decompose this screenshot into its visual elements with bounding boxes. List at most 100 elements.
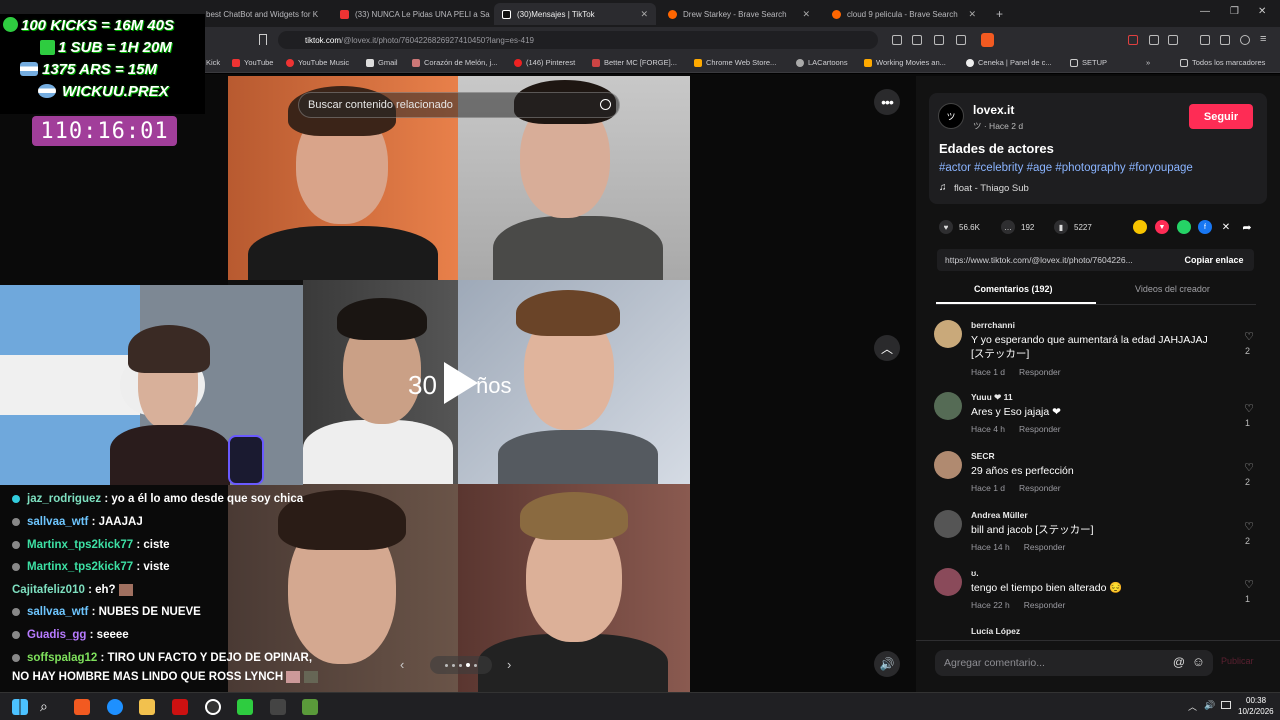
new-tab-button[interactable]: + — [988, 3, 1008, 25]
carousel-dot[interactable] — [474, 663, 477, 667]
bookmark-item[interactable]: Ceneka | Panel de c... — [966, 58, 1052, 67]
comment-avatar[interactable] — [934, 392, 962, 420]
bookmark-icon[interactable] — [259, 34, 267, 45]
volume-icon[interactable]: 🔊 — [874, 651, 900, 677]
tab-comments[interactable]: Comentarios (192) — [974, 284, 1053, 294]
comment-avatar[interactable] — [934, 451, 962, 479]
browser-tab[interactable]: best ChatBot and Widgets for K — [198, 3, 326, 25]
app-icon[interactable] — [270, 699, 286, 715]
more-bookmarks-icon[interactable]: » — [1146, 58, 1150, 67]
avatar[interactable]: ツ — [938, 103, 964, 129]
comment-username[interactable]: Lucía López — [971, 626, 1020, 636]
cast-icon[interactable] — [934, 35, 944, 45]
sidebar-icon[interactable] — [1168, 35, 1178, 45]
translate-icon[interactable] — [912, 35, 922, 45]
chevron-up-icon[interactable]: ︿ — [874, 335, 900, 361]
obs-icon[interactable] — [205, 699, 221, 715]
close-tab-icon[interactable]: ✕ — [802, 9, 810, 20]
extension-icon[interactable] — [892, 35, 902, 45]
emoji-share-icon[interactable] — [1133, 220, 1147, 234]
comment-username[interactable]: SECR — [971, 451, 995, 461]
kick-icon[interactable] — [237, 699, 253, 715]
post-music[interactable]: float - Thiago Sub — [954, 183, 1029, 194]
bookmark-item[interactable]: Chrome Web Store... — [694, 58, 776, 67]
comment-username[interactable]: Yuuu ❤ 11 — [971, 392, 1013, 403]
chevron-left-icon[interactable]: ‹ — [400, 657, 404, 672]
like-comment-icon[interactable]: ♡ — [1244, 520, 1254, 533]
share-icon[interactable] — [956, 35, 966, 45]
app-icon[interactable] — [172, 699, 188, 715]
close-tab-icon[interactable]: ✕ — [968, 9, 976, 20]
wallet-icon[interactable] — [1240, 35, 1250, 45]
browser-tab[interactable]: (33) NUNCA Le Pidas UNA PELI a Sa — [332, 3, 490, 25]
menu-icon[interactable]: ≡ — [1260, 33, 1266, 45]
more-options-icon[interactable]: ••• — [874, 89, 900, 115]
close-tab-icon[interactable]: ✕ — [640, 9, 648, 20]
comment-button[interactable]: … 192 — [1001, 220, 1034, 234]
reply-button[interactable]: Responder — [1019, 483, 1061, 493]
like-comment-icon[interactable]: ♡ — [1244, 330, 1254, 343]
like-comment-icon[interactable]: ♡ — [1244, 578, 1254, 591]
repost-icon[interactable]: ▼ — [1155, 220, 1169, 234]
related-search-input[interactable]: Buscar contenido relacionado — [298, 92, 620, 118]
comment-username[interactable]: ʊ. — [971, 568, 979, 578]
brave-icon[interactable] — [74, 699, 90, 715]
reply-button[interactable]: Responder — [1019, 424, 1061, 434]
bookmark-item[interactable]: YouTube Music — [286, 58, 349, 67]
comment-avatar[interactable] — [934, 510, 962, 538]
start-icon[interactable] — [12, 699, 28, 715]
clock-date[interactable]: 10/2/2026 — [1238, 707, 1274, 716]
bookmark-item[interactable]: LACartoons — [796, 58, 848, 67]
comment-username[interactable]: Andrea Müller — [971, 510, 1028, 520]
browser-tab-active[interactable]: (30)Mensajes | TikTok ✕ — [494, 3, 656, 25]
post-hashtags[interactable]: #actor #celebrity #age #photography #for… — [939, 162, 1193, 174]
browser-tab[interactable]: cloud 9 pelicula - Brave Search ✕ — [824, 3, 984, 25]
play-icon[interactable] — [444, 362, 478, 404]
like-button[interactable]: ♥ 56.6K — [939, 220, 980, 234]
puzzle-icon[interactable] — [1149, 35, 1159, 45]
clock-time[interactable]: 00:38 — [1246, 696, 1266, 705]
mention-icon[interactable]: @ — [1173, 655, 1185, 669]
comment-username[interactable]: berrchanni — [971, 320, 1015, 330]
bookmark-item[interactable]: Working Movies an... — [864, 58, 946, 67]
volume-tray-icon[interactable]: 🔊 — [1204, 700, 1215, 711]
music-icon[interactable] — [1200, 35, 1210, 45]
bookmark-item[interactable]: Corazón de Melón, j... — [412, 58, 497, 67]
minecraft-icon[interactable] — [302, 699, 318, 715]
reply-button[interactable]: Responder — [1024, 542, 1066, 552]
x-icon[interactable]: ✕ — [1219, 220, 1233, 234]
folder-icon[interactable] — [139, 699, 155, 715]
like-comment-icon[interactable]: ♡ — [1244, 402, 1254, 415]
bookmark-item[interactable]: (146) Pinterest — [514, 58, 575, 67]
save-button[interactable]: ▮ 5227 — [1054, 220, 1092, 234]
brave-shields-icon[interactable] — [981, 33, 994, 47]
tray-chevron-icon[interactable]: ︿ — [1188, 700, 1197, 713]
search-icon[interactable]: ⌕ — [40, 698, 48, 715]
carousel-dot-active[interactable] — [466, 663, 470, 667]
reply-button[interactable]: Responder — [1024, 600, 1066, 610]
reply-button[interactable]: Responder — [1019, 367, 1061, 377]
bookmark-item[interactable]: Better MC [FORGE]... — [592, 58, 677, 67]
share-arrow-icon[interactable]: ➦ — [1240, 220, 1254, 234]
url-field[interactable]: tiktok.com/@lovex.it/photo/7604226826927… — [278, 31, 878, 49]
like-comment-icon[interactable]: ♡ — [1244, 461, 1254, 474]
minimize-icon[interactable]: — — [1200, 6, 1210, 17]
tab-creator-videos[interactable]: Videos del creador — [1135, 284, 1210, 294]
carousel-dot[interactable] — [459, 663, 462, 667]
bookmark-folder[interactable]: Todos los marcadores — [1180, 58, 1265, 67]
chevron-right-icon[interactable]: › — [507, 657, 511, 672]
whatsapp-icon[interactable] — [1177, 220, 1191, 234]
edge-icon[interactable] — [107, 699, 123, 715]
follow-button[interactable]: Seguir — [1189, 104, 1253, 129]
bookmark-item[interactable]: YouTube — [232, 58, 273, 67]
close-window-icon[interactable]: ✕ — [1258, 6, 1266, 17]
carousel-dot[interactable] — [452, 663, 455, 667]
ai-icon[interactable] — [1220, 35, 1230, 45]
extension-icon[interactable] — [1128, 35, 1138, 45]
emoji-icon[interactable]: ☺ — [1192, 654, 1205, 669]
browser-tab[interactable]: Drew Starkey - Brave Search ✕ — [660, 3, 818, 25]
facebook-icon[interactable]: f — [1198, 220, 1212, 234]
search-icon[interactable] — [600, 99, 611, 110]
publish-button[interactable]: Publicar — [1221, 656, 1254, 666]
display-tray-icon[interactable] — [1221, 701, 1231, 709]
